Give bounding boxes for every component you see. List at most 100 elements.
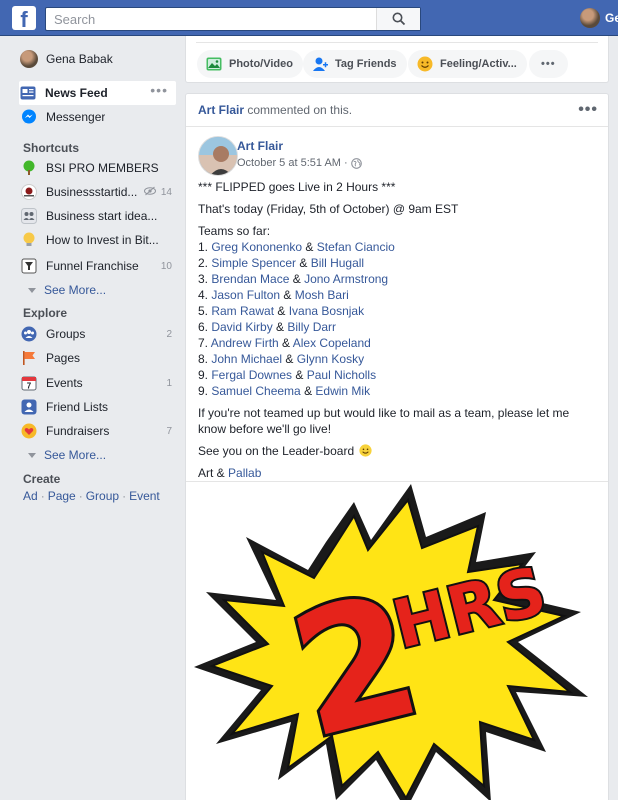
count-badge: 7 [166, 425, 172, 437]
person-link[interactable]: Pallab [228, 466, 261, 480]
list-item: 8. John Michael & Glynn Kosky [198, 352, 365, 366]
sidebar-item-profile[interactable]: Gena Babak [20, 47, 176, 71]
person-link[interactable]: Samuel Cheema [211, 384, 300, 398]
post-composer: Photo/Video Tag Friends Feeling/Activ...… [185, 36, 609, 83]
photo-video-button[interactable]: Photo/Video [197, 50, 303, 78]
create-heading: Create [23, 472, 61, 486]
sidebar-item-label: How to Invest in Bit... [46, 233, 159, 247]
sidebar-item-label: Funnel Franchise [46, 259, 139, 273]
see-more-explore-link[interactable]: See More... [28, 448, 106, 462]
sidebar-item-messenger[interactable]: Messenger [20, 105, 176, 129]
more-options-icon[interactable]: ••• [150, 82, 168, 98]
divider [186, 126, 608, 127]
facebook-logo-icon[interactable]: f [12, 6, 36, 30]
create-event-link[interactable]: Event [129, 489, 160, 503]
tree-icon [20, 159, 38, 177]
list-item: 2. Simple Spencer & Bill Hugall [198, 256, 365, 270]
post-author-link[interactable]: Art Flair [237, 139, 283, 153]
divider [196, 42, 598, 43]
sidebar-item-news-feed[interactable]: News Feed ••• [19, 81, 176, 105]
person-link[interactable]: Alex Copeland [293, 336, 371, 350]
top-user-name: Ge [605, 11, 618, 25]
post-options-icon[interactable]: ••• [578, 101, 598, 119]
create-page-link[interactable]: Page [48, 489, 76, 503]
avatar [20, 50, 38, 68]
count-badge: 10 [160, 260, 172, 272]
explore-heading: Explore [23, 306, 68, 320]
sidebar-item-pages[interactable]: Pages [20, 346, 176, 370]
sidebar-item-friend-lists[interactable]: Friend Lists [20, 395, 176, 419]
post-timestamp: October 5 at 5:51 AM · [237, 157, 362, 169]
sidebar-item-label: Messenger [46, 110, 106, 124]
feeling-activity-button[interactable]: Feeling/Activ... [408, 50, 527, 78]
tag-friends-icon [311, 55, 329, 73]
person-link[interactable]: Bill Hugall [311, 256, 364, 270]
news-feed-icon [19, 84, 37, 102]
sidebar-item-events[interactable]: 7 Events 1 [20, 371, 176, 395]
top-bar: f Ge [0, 0, 618, 36]
see-more-label: See More... [44, 283, 107, 297]
search-input[interactable] [46, 8, 376, 30]
teams-heading: Teams so far: [198, 224, 271, 238]
person-link[interactable]: Fergal Downes [211, 368, 292, 382]
top-user-profile-link[interactable]: Ge [580, 8, 618, 28]
avatar [580, 8, 600, 28]
chevron-down-icon [28, 452, 36, 458]
post-line: That's today (Friday, 5th of October) @ … [198, 202, 459, 216]
sidebar-item-label: Businessstartid... [46, 185, 138, 199]
chevron-down-icon [28, 287, 36, 293]
see-more-shortcuts-link[interactable]: See More... [28, 283, 106, 297]
sidebar-item-label: BSI PRO MEMBERS [46, 161, 159, 175]
activity-actor-link[interactable]: Art Flair [198, 103, 244, 117]
list-item: 9. Fergal Downes & Paul Nicholls [198, 368, 377, 382]
sidebar-item-shortcut[interactable]: Businessstartid... 14 [20, 180, 176, 204]
sidebar-item-fundraisers[interactable]: Fundraisers 7 [20, 419, 176, 443]
person-link[interactable]: Glynn Kosky [297, 352, 364, 366]
person-link[interactable]: Stefan Ciancio [317, 240, 395, 254]
person-link[interactable]: Jason Fulton [211, 288, 280, 302]
groups-icon [20, 325, 38, 343]
post-image[interactable]: 2 HRS [186, 482, 608, 800]
list-item: 9. Samuel Cheema & Edwin Mik [198, 384, 371, 398]
post-body: *** FLIPPED goes Live in 2 Hours *** Tha… [198, 179, 598, 487]
person-link[interactable]: Paul Nicholls [307, 368, 376, 382]
timestamp-link[interactable]: October 5 at 5:51 AM [237, 157, 341, 169]
create-group-link[interactable]: Group [86, 489, 119, 503]
sidebar-item-shortcut[interactable]: How to Invest in Bit... [20, 228, 176, 252]
person-link[interactable]: Simple Spencer [211, 256, 296, 270]
create-ad-link[interactable]: Ad [23, 489, 38, 503]
more-options-button[interactable]: ••• [529, 50, 568, 78]
post-line: *** FLIPPED goes Live in 2 Hours *** [198, 180, 396, 194]
person-link[interactable]: Mosh Bari [295, 288, 349, 302]
unfollow-eye-icon [144, 185, 156, 199]
post-activity-header: Art Flair commented on this. [198, 103, 352, 117]
feeling-activity-label: Feeling/Activ... [440, 58, 517, 70]
globe-icon[interactable] [350, 157, 362, 169]
friend-lists-icon [20, 398, 38, 416]
person-link[interactable]: David Kirby [211, 320, 272, 334]
person-link[interactable]: Ivana Bosnjak [289, 304, 364, 318]
person-link[interactable]: Ram Rawat [211, 304, 274, 318]
sidebar-item-shortcut[interactable]: Funnel Franchise 10 [20, 254, 176, 278]
sidebar-item-label: Events [46, 376, 83, 390]
smiley-emoji-icon [359, 444, 373, 457]
search-button[interactable] [376, 8, 420, 30]
sidebar-item-label: Groups [46, 327, 86, 341]
sidebar-item-groups[interactable]: Groups 2 [20, 322, 176, 346]
person-link[interactable]: Edwin Mik [315, 384, 370, 398]
person-link[interactable]: Greg Kononenko [211, 240, 302, 254]
person-link[interactable]: Jono Armstrong [304, 272, 388, 286]
list-item: 3. Brendan Mace & Jono Armstrong [198, 272, 389, 286]
sidebar-item-shortcut[interactable]: BSI PRO MEMBERS [20, 156, 176, 180]
person-link[interactable]: Andrew Firth [211, 336, 279, 350]
person-link[interactable]: Brendan Mace [211, 272, 289, 286]
activity-text: commented on this. [244, 103, 353, 117]
post-line: If you're not teamed up but would like t… [198, 406, 570, 436]
person-link[interactable]: John Michael [211, 352, 282, 366]
tag-friends-button[interactable]: Tag Friends [303, 50, 407, 78]
sidebar-item-shortcut[interactable]: Business start idea... [20, 204, 176, 228]
smiley-icon [416, 55, 434, 73]
list-item: 4. Jason Fulton & Mosh Bari [198, 288, 349, 302]
author-avatar[interactable] [198, 136, 238, 176]
person-link[interactable]: Billy Darr [287, 320, 336, 334]
